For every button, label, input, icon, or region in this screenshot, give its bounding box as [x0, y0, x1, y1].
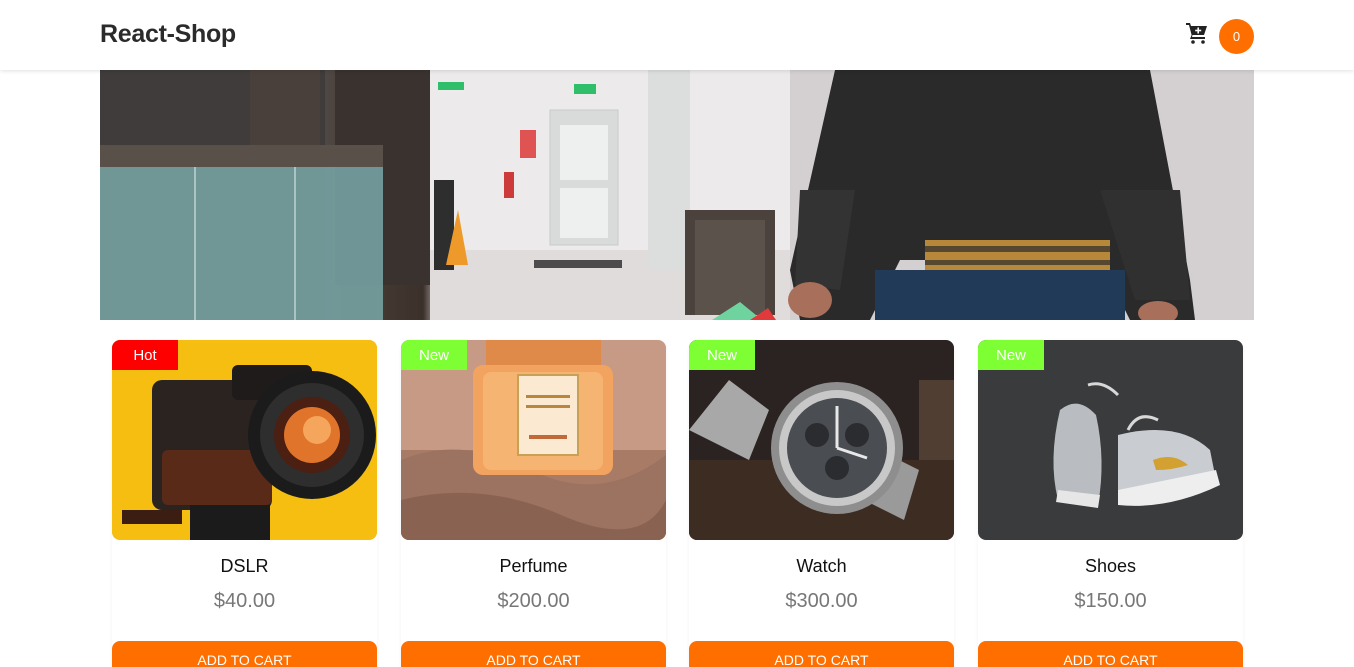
product-price: $150.00 — [1074, 590, 1147, 612]
product-name: Watch — [796, 556, 847, 576]
shopping-cart-icon[interactable] — [1185, 21, 1209, 45]
brand-logo[interactable]: React-Shop — [100, 20, 236, 49]
product-card-perfume: New Perfume $200.00 ADD TO CART — [401, 340, 666, 667]
hero-banner — [100, 70, 1254, 320]
product-card-watch: New Watch $300.00 ADD TO CART — [689, 340, 954, 667]
product-name: Shoes — [1084, 556, 1137, 576]
add-to-cart-button[interactable]: ADD TO CART — [689, 641, 954, 667]
sneakers-image[interactable] — [978, 340, 1243, 540]
product-card-shoes: New Shoes $150.00 ADD TO CART — [978, 340, 1243, 667]
navbar: React-Shop 0 — [0, 0, 1354, 70]
product-tag: New — [689, 340, 755, 370]
product-tag: New — [401, 340, 467, 370]
product-tag: New — [978, 340, 1044, 370]
add-to-cart-button[interactable]: ADD TO CART — [112, 641, 377, 667]
add-to-cart-button[interactable]: ADD TO CART — [401, 641, 666, 667]
product-price: $40.00 — [213, 590, 276, 612]
perfume-bottle-image[interactable] — [401, 340, 666, 540]
product-name: Perfume — [499, 556, 568, 576]
product-tag: Hot — [112, 340, 178, 370]
cart-count-badge[interactable]: 0 — [1219, 19, 1254, 54]
product-price: $300.00 — [785, 590, 858, 612]
product-card-dslr: Hot DSLR $40.00 ADD TO CART — [112, 340, 377, 667]
wrist-watch-image[interactable] — [689, 340, 954, 540]
product-name: DSLR — [220, 556, 269, 576]
add-to-cart-button[interactable]: ADD TO CART — [978, 641, 1243, 667]
dslr-camera-image[interactable] — [112, 340, 377, 540]
product-price: $200.00 — [497, 590, 570, 612]
